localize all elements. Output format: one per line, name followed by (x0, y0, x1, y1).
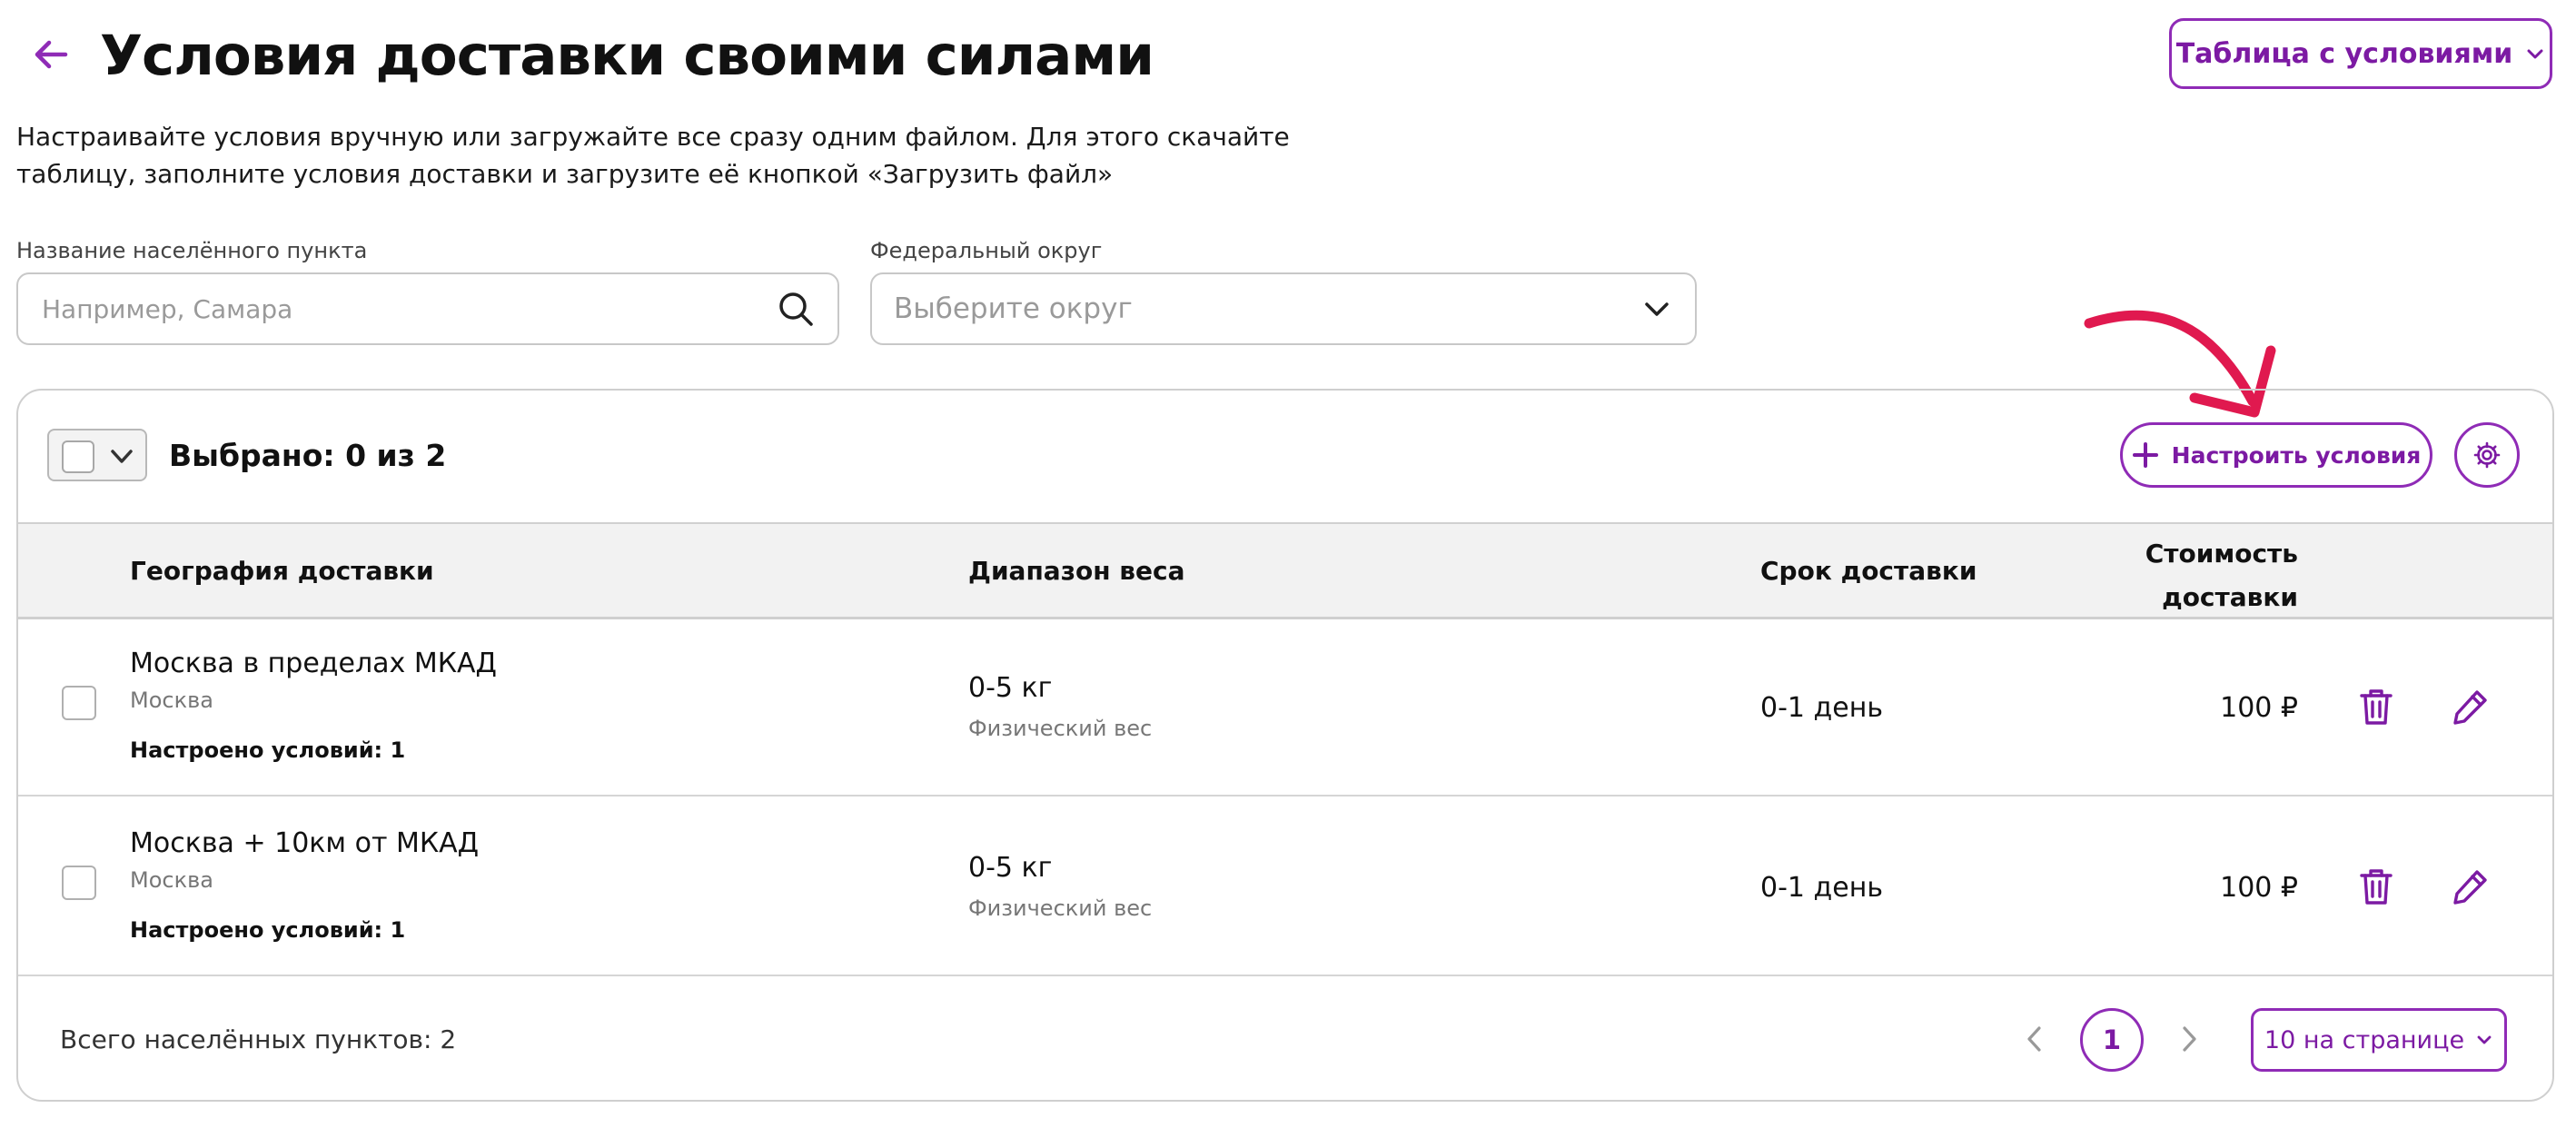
per-page-select[interactable]: 10 на странице (2251, 1008, 2507, 1072)
district-select[interactable]: Выберите округ (870, 272, 1697, 345)
row-conditions-count: Настроено условий: 1 (130, 737, 406, 763)
row-price: 100 ₽ (2220, 872, 2298, 904)
prev-page-button[interactable] (2016, 1017, 2053, 1061)
chevron-right-icon (2183, 1026, 2196, 1052)
row-weight-type: Физический вес (968, 716, 1153, 741)
chevron-down-icon (2527, 49, 2543, 59)
row-city: Москва (130, 688, 213, 713)
district-select-placeholder: Выберите округ (894, 292, 1133, 325)
city-search-input[interactable] (40, 292, 776, 325)
city-search-field[interactable] (16, 272, 839, 345)
search-icon[interactable] (776, 289, 816, 329)
delete-row-button[interactable] (2354, 685, 2398, 728)
row-checkbox[interactable] (62, 686, 96, 720)
selected-count: Выбрано: 0 из 2 (169, 438, 447, 473)
column-header-cost-line1: Стоимость (2145, 539, 2298, 569)
chevron-down-icon[interactable] (109, 445, 134, 469)
row-conditions-count: Настроено условий: 1 (130, 917, 406, 943)
configure-conditions-label: Настроить условия (2171, 441, 2422, 469)
chevron-down-icon (1645, 302, 1669, 316)
row-price: 100 ₽ (2220, 692, 2298, 724)
configure-conditions-button[interactable]: Настроить условия (2120, 422, 2432, 488)
delete-row-button[interactable] (2354, 865, 2398, 908)
row-checkbox[interactable] (62, 866, 96, 900)
column-header-cost: Стоимость доставки (2116, 532, 2298, 619)
page-description: Настраивайте условия вручную или загружа… (16, 122, 1290, 189)
row-divider (18, 795, 2552, 797)
table-settings-button[interactable] (2454, 422, 2520, 488)
select-all-control[interactable] (47, 429, 147, 481)
column-header-cost-line2: доставки (2162, 582, 2298, 612)
next-page-button[interactable] (2171, 1017, 2207, 1061)
page-title: Условия доставки своими силами (100, 24, 1154, 88)
row-delivery-term: 0-1 день (1760, 692, 1884, 724)
chevron-down-icon (2477, 1035, 2492, 1044)
pencil-icon (2453, 690, 2487, 725)
row-weight-range: 0-5 кг (968, 852, 1053, 884)
edit-row-button[interactable] (2449, 865, 2492, 908)
row-delivery-term: 0-1 день (1760, 872, 1884, 904)
column-header-weight: Диапазон веса (968, 556, 1185, 586)
pencil-icon (2453, 870, 2487, 905)
back-arrow-icon (35, 40, 68, 69)
column-header-term: Срок доставки (1760, 556, 1977, 586)
plus-icon (2132, 442, 2158, 468)
conditions-table-button-label: Таблица с условиями (2175, 37, 2513, 70)
conditions-table-button[interactable]: Таблица с условиями (2169, 18, 2552, 89)
per-page-label: 10 на странице (2264, 1025, 2465, 1054)
district-filter-label: Федеральный округ (870, 238, 1103, 263)
total-count: Всего населённых пунктов: 2 (60, 1024, 457, 1054)
row-weight-type: Физический вес (968, 895, 1153, 921)
gear-icon (2473, 441, 2501, 469)
column-header-geography: География доставки (130, 556, 434, 586)
city-filter-label: Название населённого пункта (16, 238, 368, 263)
row-divider (18, 975, 2552, 976)
chevron-left-icon (2027, 1026, 2041, 1052)
trash-icon (2360, 689, 2393, 725)
trash-icon (2360, 869, 2393, 905)
row-weight-range: 0-5 кг (968, 672, 1053, 704)
row-city: Москва (130, 867, 213, 893)
row-geography: Москва + 10км от МКАД (130, 827, 480, 859)
edit-row-button[interactable] (2449, 685, 2492, 728)
row-geography: Москва в пределах МКАД (130, 648, 497, 679)
back-button[interactable] (29, 33, 73, 76)
page-number-button[interactable]: 1 (2080, 1008, 2144, 1072)
select-all-checkbox[interactable] (62, 440, 94, 473)
